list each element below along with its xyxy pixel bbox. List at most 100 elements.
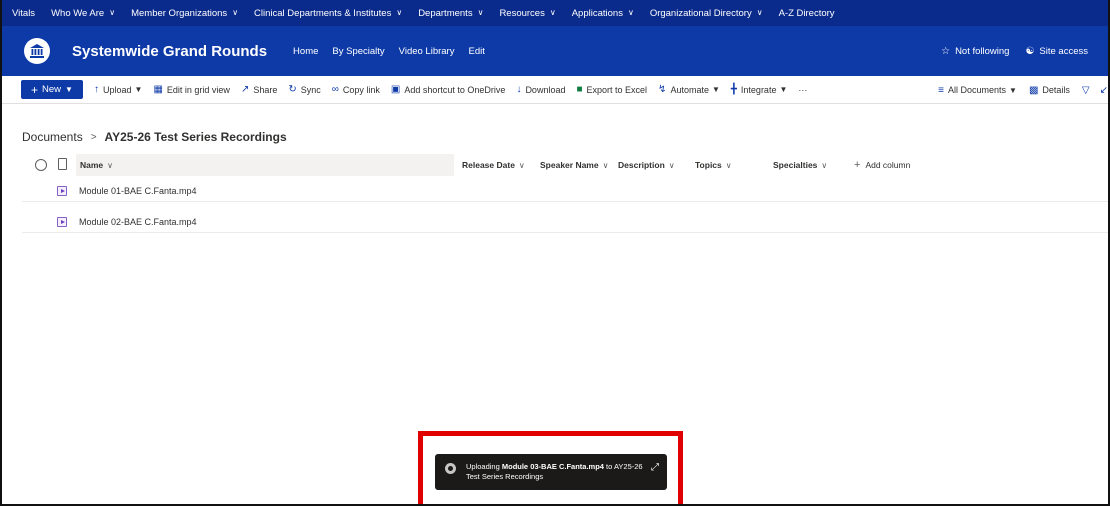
column-topics-label: Topics: [695, 160, 722, 170]
filter-icon: ▽: [1081, 84, 1090, 96]
automate-button[interactable]: ↯ Automate ▼: [658, 84, 720, 95]
video-file-icon: [57, 217, 67, 227]
sync-button[interactable]: ↻ Sync: [288, 84, 320, 95]
upload-label: Upload: [103, 84, 132, 95]
nav-item-label: Departments: [418, 7, 473, 19]
breadcrumb-documents[interactable]: Documents: [22, 130, 83, 144]
nav-item-a-z-directory[interactable]: A-Z Directory: [779, 8, 835, 19]
site-links: Home By Specialty Video Library Edit: [293, 46, 499, 57]
plus-icon: +: [854, 159, 861, 171]
view-selector[interactable]: ≡ All Documents ▼: [938, 85, 1017, 96]
site-link-edit[interactable]: Edit: [468, 46, 484, 57]
nav-item-label: Applications: [571, 7, 623, 19]
breadcrumb-separator: >: [90, 131, 97, 143]
new-label: New: [42, 84, 62, 95]
upload-progress-icon: [445, 463, 456, 474]
site-link-home[interactable]: Home: [293, 46, 318, 57]
integrate-icon: ╋: [730, 84, 737, 95]
column-specialties-label: Specialties: [773, 160, 818, 170]
details-button[interactable]: ▩ Details: [1029, 85, 1070, 96]
view-label: All Documents: [947, 85, 1007, 95]
nav-item-label: Member Organizations: [131, 7, 228, 19]
header-actions: ☆ Not following ☯ Site access: [925, 26, 1088, 76]
share-button[interactable]: ↗ Share: [241, 84, 277, 95]
expand-button[interactable]: ↙: [1100, 85, 1108, 96]
grid-icon: ▦: [153, 84, 163, 95]
nav-item-vitals[interactable]: Vitals: [12, 8, 35, 19]
details-label: Details: [1042, 85, 1070, 95]
institution-icon: [30, 44, 44, 58]
automate-icon: ↯: [658, 84, 667, 95]
chevron-down-icon: ∨: [602, 160, 609, 170]
chevron-down-icon: ∨: [396, 7, 403, 17]
add-column-button[interactable]: + Add column: [854, 154, 910, 176]
nav-item-clinical-departments[interactable]: Clinical Departments & Institutes ∨: [254, 8, 402, 19]
expand-icon[interactable]: ⤢: [651, 462, 659, 473]
nav-item-member-organizations[interactable]: Member Organizations ∨: [131, 8, 238, 19]
download-button[interactable]: ↓ Download: [516, 84, 565, 95]
chevron-down-icon: ∨: [109, 7, 116, 17]
download-icon: ↓: [516, 84, 522, 95]
site-link-by-specialty[interactable]: By Specialty: [332, 46, 384, 57]
integrate-button[interactable]: ╋ Integrate ▼: [731, 84, 787, 95]
table-row[interactable]: Module 01-BAE C.Fanta.mp4: [22, 180, 1108, 202]
filter-button[interactable]: ▽: [1082, 85, 1094, 96]
video-file-icon: [57, 186, 67, 196]
share-icon: ↗: [240, 84, 250, 95]
copy-link-button[interactable]: ∞ Copy link: [332, 84, 380, 95]
export-excel-button[interactable]: ■ Export to Excel: [576, 84, 647, 95]
column-release-date[interactable]: Release Date ∨: [462, 154, 525, 176]
nav-item-resources[interactable]: Resources ∨: [499, 8, 555, 19]
select-all-checkbox[interactable]: [35, 159, 47, 171]
file-name[interactable]: Module 02-BAE C.Fanta.mp4: [79, 217, 197, 227]
chevron-down-icon: ▼: [65, 85, 73, 94]
breadcrumb-current-folder: AY25-26 Test Series Recordings: [104, 130, 287, 144]
export-excel-label: Export to Excel: [586, 84, 648, 95]
site-link-video-library[interactable]: Video Library: [399, 46, 455, 57]
upload-status-text: Uploading Module 03-BAE C.Fanta.mp4 to A…: [466, 462, 646, 482]
upload-status-prefix: Uploading: [466, 462, 502, 471]
site-header: Systemwide Grand Rounds Home By Specialt…: [2, 26, 1108, 76]
edit-grid-button[interactable]: ▦ Edit in grid view: [153, 84, 229, 95]
column-description-label: Description: [618, 160, 665, 170]
follow-button[interactable]: ☆ Not following: [941, 46, 1009, 57]
people-icon: ☯: [1025, 45, 1035, 57]
chevron-down-icon: ∨: [756, 7, 763, 17]
column-name[interactable]: Name ∨: [76, 154, 454, 176]
site-title[interactable]: Systemwide Grand Rounds: [72, 43, 267, 60]
column-topics[interactable]: Topics ∨: [695, 154, 732, 176]
chevron-down-icon: ∨: [627, 7, 634, 17]
breadcrumb: Documents > AY25-26 Test Series Recordin…: [22, 130, 287, 144]
app-frame: Vitals Who We Are ∨ Member Organizations ∨…: [0, 0, 1110, 506]
sync-icon: ↻: [288, 84, 297, 95]
nav-item-applications[interactable]: Applications ∨: [572, 8, 634, 19]
chevron-down-icon: ∨: [518, 160, 525, 170]
new-button[interactable]: + New ▼: [21, 80, 83, 99]
nav-item-organizational-directory[interactable]: Organizational Directory ∨: [650, 8, 763, 19]
nav-item-departments[interactable]: Departments ∨: [418, 8, 483, 19]
site-logo[interactable]: [24, 38, 50, 64]
chevron-down-icon: ▼: [134, 85, 143, 94]
table-row[interactable]: Module 02-BAE C.Fanta.mp4: [22, 211, 1108, 233]
chevron-down-icon: ▼: [711, 85, 720, 94]
file-name[interactable]: Module 01-BAE C.Fanta.mp4: [79, 186, 197, 196]
command-bar-right: ≡ All Documents ▼ ▩ Details ▽ ↙: [926, 76, 1108, 104]
column-specialties[interactable]: Specialties ∨: [773, 154, 827, 176]
site-access-button[interactable]: ☯ Site access: [1025, 46, 1088, 57]
upload-toast: Uploading Module 03-BAE C.Fanta.mp4 to A…: [435, 454, 667, 490]
chevron-down-icon: ∨: [821, 160, 828, 170]
command-bar: + New ▼ ↑ Upload ▼ ▦ Edit in grid view ↗ Share…: [2, 76, 1108, 104]
add-shortcut-button[interactable]: ▣ Add shortcut to OneDrive: [391, 84, 506, 95]
column-speaker-name-label: Speaker Name: [540, 160, 599, 170]
column-description[interactable]: Description ∨: [618, 154, 675, 176]
share-label: Share: [253, 84, 278, 95]
chevron-down-icon: ∨: [107, 160, 114, 170]
list-column-header: Name ∨ Release Date ∨ Speaker Name ∨ Descri…: [2, 154, 1108, 176]
nav-item-label: Clinical Departments & Institutes: [254, 7, 392, 19]
nav-item-who-we-are[interactable]: Who We Are ∨: [51, 8, 115, 19]
upload-button[interactable]: ↑ Upload ▼: [94, 84, 142, 95]
star-icon: ☆: [941, 45, 951, 57]
column-speaker-name[interactable]: Speaker Name ∨: [540, 154, 608, 176]
more-button[interactable]: ···: [798, 85, 807, 95]
copy-link-label: Copy link: [342, 84, 380, 95]
